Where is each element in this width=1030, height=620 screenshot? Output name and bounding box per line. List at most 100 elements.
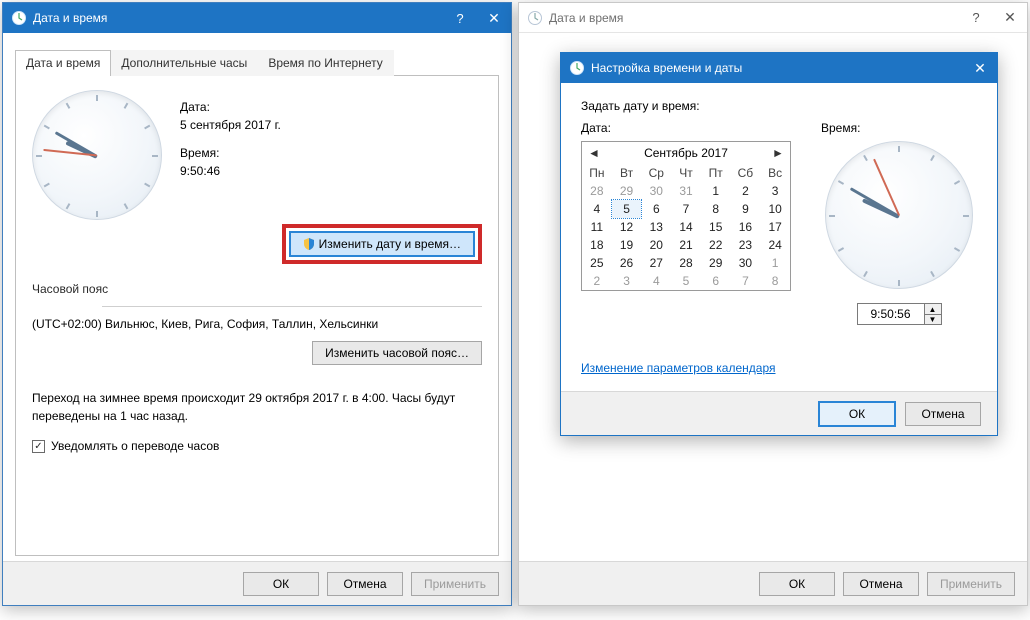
- calendar-day[interactable]: 18: [582, 236, 612, 254]
- calendar-dow: Вт: [612, 164, 642, 182]
- date-label: Дата:: [180, 100, 482, 114]
- calendar-day[interactable]: 14: [671, 218, 701, 236]
- calendar-dow: Сб: [731, 164, 761, 182]
- calendar-day[interactable]: 20: [641, 236, 671, 254]
- ok-button[interactable]: ОК: [243, 572, 319, 596]
- inner-dialog-footer: ОК Отмена: [561, 391, 997, 435]
- calendar-day[interactable]: 22: [701, 236, 731, 254]
- change-date-time-button-label: Изменить дату и время…: [319, 237, 461, 251]
- calendar-day[interactable]: 28: [582, 182, 612, 200]
- calendar-day[interactable]: 17: [760, 218, 790, 236]
- calendar-day[interactable]: 5: [671, 272, 701, 290]
- calendar[interactable]: ◄ Сентябрь 2017 ► ПнВтСрЧтПтСбВс 2829303…: [581, 141, 791, 291]
- set-date-time-heading: Задать дату и время:: [581, 99, 977, 113]
- set-date-time-dialog: Настройка времени и даты ✕ Задать дату и…: [560, 52, 998, 436]
- analog-clock-left: [32, 90, 162, 220]
- titlebar-left: Дата и время ? ✕: [3, 3, 511, 33]
- calendar-month-title[interactable]: Сентябрь 2017: [602, 146, 770, 160]
- calendar-dow: Вс: [760, 164, 790, 182]
- calendar-day[interactable]: 2: [731, 182, 761, 200]
- date-time-icon: [11, 10, 27, 26]
- calendar-day[interactable]: 5: [612, 200, 642, 218]
- date-time-icon: [569, 60, 585, 76]
- calendar-day[interactable]: 4: [582, 200, 612, 218]
- apply-button[interactable]: Применить: [927, 572, 1015, 596]
- calendar-dow: Пт: [701, 164, 731, 182]
- calendar-day[interactable]: 9: [731, 200, 761, 218]
- calendar-day[interactable]: 7: [671, 200, 701, 218]
- window-title-right: Дата и время: [549, 11, 959, 25]
- close-button[interactable]: ✕: [993, 3, 1027, 32]
- close-button[interactable]: ✕: [963, 53, 997, 83]
- calendar-day[interactable]: 1: [701, 182, 731, 200]
- cancel-button[interactable]: Отмена: [327, 572, 403, 596]
- spinner-up-button[interactable]: ▲: [925, 304, 941, 314]
- calendar-day[interactable]: 3: [760, 182, 790, 200]
- dialog-footer-right: ОК Отмена Применить: [519, 561, 1027, 605]
- tab-additional-clocks[interactable]: Дополнительные часы: [110, 50, 258, 76]
- date-time-window-left: Дата и время ? ✕ Дата и время Дополнител…: [2, 2, 512, 606]
- calendar-day[interactable]: 15: [701, 218, 731, 236]
- prev-month-button[interactable]: ◄: [586, 146, 602, 160]
- calendar-day[interactable]: 6: [641, 200, 671, 218]
- calendar-dow: Ср: [641, 164, 671, 182]
- notify-checkbox-label: Уведомлять о переводе часов: [51, 439, 219, 453]
- calendar-day[interactable]: 8: [760, 272, 790, 290]
- calendar-settings-link[interactable]: Изменение параметров календаря: [581, 361, 776, 375]
- calendar-dow: Чт: [671, 164, 701, 182]
- help-button[interactable]: ?: [959, 3, 993, 32]
- dst-info: Переход на зимнее время происходит 29 ок…: [32, 389, 482, 425]
- apply-button[interactable]: Применить: [411, 572, 499, 596]
- calendar-day[interactable]: 30: [641, 182, 671, 200]
- calendar-day[interactable]: 13: [641, 218, 671, 236]
- highlighted-change-dt: Изменить дату и время…: [282, 224, 482, 264]
- calendar-day[interactable]: 6: [701, 272, 731, 290]
- notify-checkbox-row[interactable]: ✓ Уведомлять о переводе часов: [32, 439, 219, 453]
- calendar-day[interactable]: 23: [731, 236, 761, 254]
- checkbox-icon: ✓: [32, 440, 45, 453]
- time-input[interactable]: [858, 304, 924, 324]
- calendar-day[interactable]: 10: [760, 200, 790, 218]
- change-timezone-button[interactable]: Изменить часовой пояс…: [312, 341, 482, 365]
- tab-internet-time[interactable]: Время по Интернету: [257, 50, 393, 76]
- calendar-day[interactable]: 29: [612, 182, 642, 200]
- time-spinner[interactable]: ▲ ▼: [857, 303, 942, 325]
- calendar-day[interactable]: 1: [760, 254, 790, 272]
- calendar-day[interactable]: 27: [641, 254, 671, 272]
- calendar-day[interactable]: 25: [582, 254, 612, 272]
- cancel-button[interactable]: Отмена: [905, 402, 981, 426]
- calendar-day[interactable]: 8: [701, 200, 731, 218]
- timezone-section-title: Часовой пояс: [32, 282, 108, 296]
- calendar-day[interactable]: 30: [731, 254, 761, 272]
- calendar-day[interactable]: 24: [760, 236, 790, 254]
- date-column-label: Дата:: [581, 121, 791, 135]
- time-value: 9:50:46: [180, 164, 482, 178]
- date-time-icon: [527, 10, 543, 26]
- calendar-day[interactable]: 2: [582, 272, 612, 290]
- change-date-time-button[interactable]: Изменить дату и время…: [290, 232, 474, 256]
- calendar-day[interactable]: 11: [582, 218, 612, 236]
- window-title-left: Дата и время: [33, 11, 443, 25]
- calendar-day[interactable]: 3: [612, 272, 642, 290]
- ok-button[interactable]: ОК: [819, 402, 895, 426]
- calendar-day[interactable]: 21: [671, 236, 701, 254]
- next-month-button[interactable]: ►: [770, 146, 786, 160]
- calendar-dow: Пн: [582, 164, 612, 182]
- calendar-day[interactable]: 4: [641, 272, 671, 290]
- calendar-day[interactable]: 26: [612, 254, 642, 272]
- calendar-day[interactable]: 31: [671, 182, 701, 200]
- calendar-day[interactable]: 16: [731, 218, 761, 236]
- calendar-day[interactable]: 28: [671, 254, 701, 272]
- shield-icon: [303, 238, 315, 250]
- tab-row: Дата и время Дополнительные часы Время п…: [15, 49, 499, 76]
- ok-button[interactable]: ОК: [759, 572, 835, 596]
- cancel-button[interactable]: Отмена: [843, 572, 919, 596]
- calendar-day[interactable]: 7: [731, 272, 761, 290]
- close-button[interactable]: ✕: [477, 3, 511, 33]
- help-button[interactable]: ?: [443, 3, 477, 33]
- calendar-day[interactable]: 29: [701, 254, 731, 272]
- spinner-down-button[interactable]: ▼: [925, 314, 941, 324]
- tab-date-time[interactable]: Дата и время: [15, 50, 111, 76]
- calendar-day[interactable]: 19: [612, 236, 642, 254]
- calendar-day[interactable]: 12: [612, 218, 642, 236]
